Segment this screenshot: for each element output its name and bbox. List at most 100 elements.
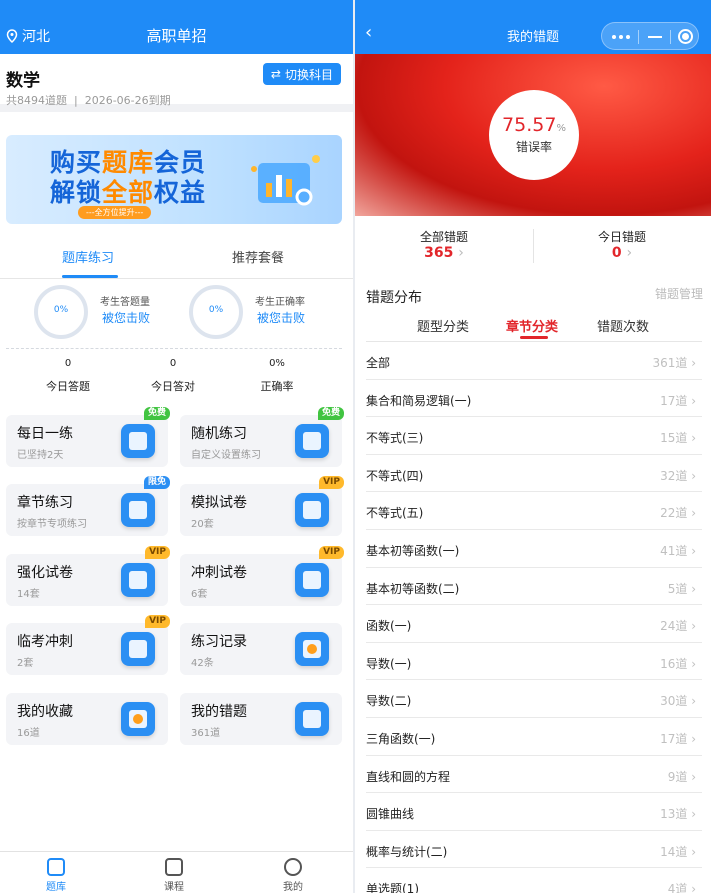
chapter-count: 22道 › <box>660 506 696 521</box>
chapter-row[interactable]: 圆锥曲线 13道 › <box>366 793 702 831</box>
chapter-row[interactable]: 全部 361道 › <box>366 342 702 380</box>
error-rate-label: 错误率 <box>515 140 552 154</box>
tab-packages[interactable]: 推荐套餐 <box>232 247 284 266</box>
chapter-row[interactable]: 三角函数(一) 17道 › <box>366 718 702 756</box>
chapter-row[interactable]: 单选题(1) 4道 › <box>366 868 702 893</box>
answer-volume-label: 考生答题量 <box>100 297 150 308</box>
card-my-mistakes[interactable]: 我的错题 361道 <box>180 693 342 745</box>
chapter-name: 基本初等函数(一) <box>366 543 460 558</box>
chapter-row[interactable]: 概率与统计(二) 14道 › <box>366 831 702 869</box>
chevron-right-icon: › <box>691 619 696 634</box>
chapter-name: 基本初等函数(二) <box>366 581 460 596</box>
banner-line-2: 解锁全部权益 <box>50 178 207 207</box>
chapter-count: 5道 › <box>667 581 696 596</box>
chapter-count: 15道 › <box>660 431 696 446</box>
error-rate-value: 75.57 <box>502 114 557 136</box>
card-chapter-practice[interactable]: 章节练习 按章节专项练习 限免 <box>6 476 170 536</box>
subject-meta: 共8494道题 | 2026-06-26到期 <box>6 94 171 107</box>
chapter-count: 13道 › <box>660 807 696 822</box>
miniprogram-capsule <box>601 22 699 50</box>
nav-mine[interactable]: 我的 <box>273 858 313 893</box>
mistake-book-icon <box>295 702 329 736</box>
question-count: 共8494道题 <box>6 94 67 107</box>
manage-mistakes-link[interactable]: 错题管理 <box>655 285 703 302</box>
chapter-row[interactable]: 函数(一) 24道 › <box>366 605 702 643</box>
tab-by-count[interactable]: 错题次数 <box>597 316 649 335</box>
chapter-row[interactable]: 集合和简易逻辑(一) 17道 › <box>366 380 702 418</box>
subject-name: 数学 <box>6 71 40 91</box>
error-rate-circle: 75.57% 错误率 <box>489 90 579 180</box>
chevron-right-icon: › <box>691 882 696 893</box>
tab-by-chapter[interactable]: 章节分类 <box>506 316 558 335</box>
chevron-right-icon: › <box>691 581 696 596</box>
tab-by-type[interactable]: 题型分类 <box>417 316 469 335</box>
chapter-row[interactable]: 导数(二) 30道 › <box>366 680 702 718</box>
card-final-sprint[interactable]: 临考冲刺 2套 VIP <box>6 615 170 675</box>
accuracy-ring: 0% <box>189 285 243 339</box>
card-random-practice[interactable]: 随机练习 自定义设置练习 免费 <box>180 407 344 467</box>
total-mistakes-value: 365 <box>424 245 454 261</box>
star-icon <box>121 702 155 736</box>
card-mock-exam[interactable]: 模拟试卷 20套 VIP <box>180 476 344 536</box>
chapter-name: 集合和简易逻辑(一) <box>366 393 472 408</box>
today-mistakes[interactable]: 今日错题 0 › <box>533 228 711 261</box>
chapter-name: 不等式(五) <box>366 506 424 521</box>
chapter-count: 32道 › <box>660 468 696 483</box>
calendar-icon <box>121 424 155 458</box>
card-my-favorites[interactable]: 我的收藏 16道 <box>6 693 168 745</box>
vip-banner[interactable]: 购买题库会员 解锁全部权益 ---全方位提升--- <box>6 135 342 224</box>
card-sprint-exam[interactable]: 冲刺试卷 6套 VIP <box>180 546 344 606</box>
chapter-row[interactable]: 基本初等函数(一) 41道 › <box>366 530 702 568</box>
chevron-right-icon: › <box>691 844 696 859</box>
chapter-count: 17道 › <box>660 393 696 408</box>
error-rate-hero: 75.57% 错误率 <box>355 54 711 216</box>
more-icon[interactable] <box>612 35 630 39</box>
card-intensive-exam[interactable]: 强化试卷 14套 VIP <box>6 546 170 606</box>
chapter-count: 361道 › <box>652 356 696 370</box>
chapter-row[interactable]: 不等式(三) 15道 › <box>366 417 702 455</box>
nav-courses[interactable]: 课程 <box>154 858 194 893</box>
vip-badge: VIP <box>319 476 344 489</box>
chapter-count: 41道 › <box>660 543 696 558</box>
card-daily-practice[interactable]: 每日一练 已坚持2天 免费 <box>6 407 170 467</box>
edit-icon <box>295 424 329 458</box>
chart-illustration-icon <box>251 155 320 206</box>
chapter-name: 全部 <box>366 356 391 370</box>
chapter-row[interactable]: 直线和圆的方程 9道 › <box>366 756 702 794</box>
chapter-row[interactable]: 不等式(四) 32道 › <box>366 455 702 493</box>
question-bank-screen: 河北 高职单招 数学 共8494道题 | 2026-06-26到期 ⇄ 切换科目… <box>0 0 353 893</box>
exam-paper-icon <box>295 563 329 597</box>
subject-header: 数学 共8494道题 | 2026-06-26到期 ⇄ 切换科目 <box>0 54 353 112</box>
answer-volume-beat: 被您击败 <box>102 311 151 325</box>
card-practice-record[interactable]: 练习记录 42条 <box>180 623 342 675</box>
chapter-count: 9道 › <box>667 769 696 784</box>
chapter-name: 概率与统计(二) <box>366 844 448 859</box>
expiry-date: 2026-06-26到期 <box>84 94 171 107</box>
chevron-right-icon: › <box>691 356 696 370</box>
error-rate-unit: % <box>556 123 566 134</box>
vip-badge: VIP <box>145 615 170 628</box>
document-icon <box>121 493 155 527</box>
total-mistakes[interactable]: 全部错题 365 › <box>355 228 533 261</box>
minimize-icon[interactable] <box>648 36 662 38</box>
tab-practice[interactable]: 题库练习 <box>62 247 114 266</box>
chevron-right-icon: › <box>691 807 696 822</box>
chapter-count: 16道 › <box>660 656 696 671</box>
close-target-icon[interactable] <box>678 29 693 44</box>
chapter-row[interactable]: 导数(一) 16道 › <box>366 643 702 681</box>
chapter-name: 单选题(1) <box>366 882 419 893</box>
swap-icon: ⇄ <box>270 67 281 81</box>
tab-indicator <box>520 336 548 339</box>
chapter-name: 导数(一) <box>366 656 412 671</box>
record-icon <box>295 632 329 666</box>
nav-question-bank[interactable]: 题库 <box>36 858 76 893</box>
chapter-row[interactable]: 不等式(五) 22道 › <box>366 492 702 530</box>
free-badge: 免费 <box>143 407 170 420</box>
bottom-nav: 题库 课程 我的 <box>0 851 353 893</box>
chevron-right-icon: › <box>691 543 696 558</box>
top-bar: 河北 高职单招 <box>0 0 353 54</box>
switch-subject-button[interactable]: ⇄ 切换科目 <box>262 63 341 85</box>
chapter-count: 24道 › <box>660 619 696 634</box>
page-title: 高职单招 <box>146 27 207 45</box>
chapter-row[interactable]: 基本初等函数(二) 5道 › <box>366 568 702 606</box>
